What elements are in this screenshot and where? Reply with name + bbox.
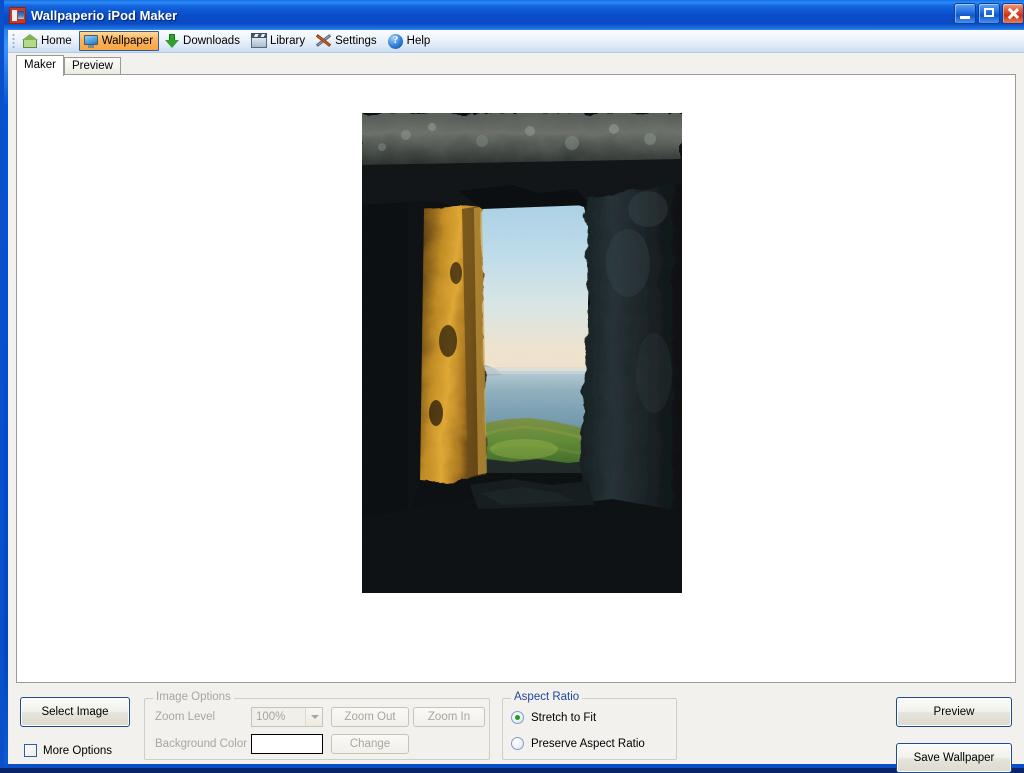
toolbar-item-wallpaper[interactable]: Wallpaper [78,31,160,51]
zoom-in-label: Zoom In [427,711,471,723]
maximize-button[interactable] [978,3,1000,24]
toolbar-item-home-label: Home [41,35,72,47]
chevron-down-icon[interactable] [305,708,322,726]
preview-button[interactable]: Preview [896,697,1012,727]
wallpaper-image[interactable] [362,113,682,593]
toolbar-item-help[interactable]: Help [384,31,437,51]
tools-icon [316,33,332,49]
library-icon [250,33,267,49]
toolbar-item-settings[interactable]: Settings [312,31,383,51]
help-icon [388,33,404,49]
image-options-title: Image Options [153,691,234,704]
aspect-ratio-title: Aspect Ratio [511,691,583,704]
home-icon [22,33,38,49]
toolbar-grip[interactable] [12,33,15,49]
toolbar-item-home[interactable]: Home [18,31,78,51]
toolbar-item-downloads-label: Downloads [183,35,240,47]
radio-stretch-to-fit-label: Stretch to Fit [531,711,597,724]
zoom-level-value: 100% [256,711,286,723]
background-color-swatch[interactable] [251,734,323,754]
change-color-button[interactable]: Change [331,734,409,754]
main-toolbar: Home Wallpaper Downloads Library Setting… [8,30,1024,53]
close-button[interactable] [1002,3,1024,24]
radio-indicator [511,737,524,750]
save-wallpaper-label: Save Wallpaper [913,752,995,764]
preview-label: Preview [933,706,975,718]
tab-maker-label: Maker [24,59,56,71]
toolbar-item-library[interactable]: Library [247,31,311,51]
zoom-out-button[interactable]: Zoom Out [331,707,409,727]
window-controls [954,3,1024,24]
tab-strip: Maker Preview [8,53,1024,76]
radio-preserve-aspect-ratio-label: Preserve Aspect Ratio [531,737,645,750]
toolbar-item-help-label: Help [406,35,431,47]
save-wallpaper-button[interactable]: Save Wallpaper [896,743,1012,773]
tab-preview[interactable]: Preview [64,57,121,75]
background-color-label: Background Color [155,738,248,750]
zoom-level-combobox[interactable]: 100% [251,707,323,727]
more-options-checkbox[interactable]: More Options [24,744,112,757]
select-image-button[interactable]: Select Image [20,697,130,727]
radio-stretch-to-fit[interactable]: Stretch to Fit [511,711,596,724]
toolbar-item-library-label: Library [269,35,306,47]
client-area: Home Wallpaper Downloads Library Setting… [8,30,1024,773]
application-window: Wallpaperio iPod Maker Home Wallpaper Do… [0,0,1024,773]
radio-preserve-aspect-ratio[interactable]: Preserve Aspect Ratio [511,737,645,750]
title-bar: Wallpaperio iPod Maker [4,0,1024,30]
window-title: Wallpaperio iPod Maker [31,7,178,23]
toolbar-item-downloads[interactable]: Downloads [160,31,246,51]
bottom-control-panel: Select Image More Options Image Options … [8,685,1024,773]
select-image-label: Select Image [41,706,109,718]
change-label: Change [349,738,391,750]
image-options-group: Image Options Zoom Level 100% Zoom Out Z… [144,691,490,760]
zoom-level-label: Zoom Level [155,711,216,723]
download-icon [164,33,180,49]
toolbar-item-wallpaper-label: Wallpaper [101,35,154,47]
zoom-out-label: Zoom Out [344,711,396,723]
checkbox-box [24,744,37,757]
tab-preview-label: Preview [72,60,113,72]
minimize-button[interactable] [954,3,976,24]
image-canvas[interactable] [16,74,1016,683]
zoom-in-button[interactable]: Zoom In [413,707,485,727]
tab-maker[interactable]: Maker [16,55,64,76]
more-options-label: More Options [43,744,113,757]
monitor-icon [83,33,99,49]
radio-indicator [511,711,524,724]
toolbar-item-settings-label: Settings [335,35,377,47]
aspect-ratio-group: Aspect Ratio Stretch to Fit Preserve Asp… [502,691,677,760]
app-icon [9,6,26,24]
